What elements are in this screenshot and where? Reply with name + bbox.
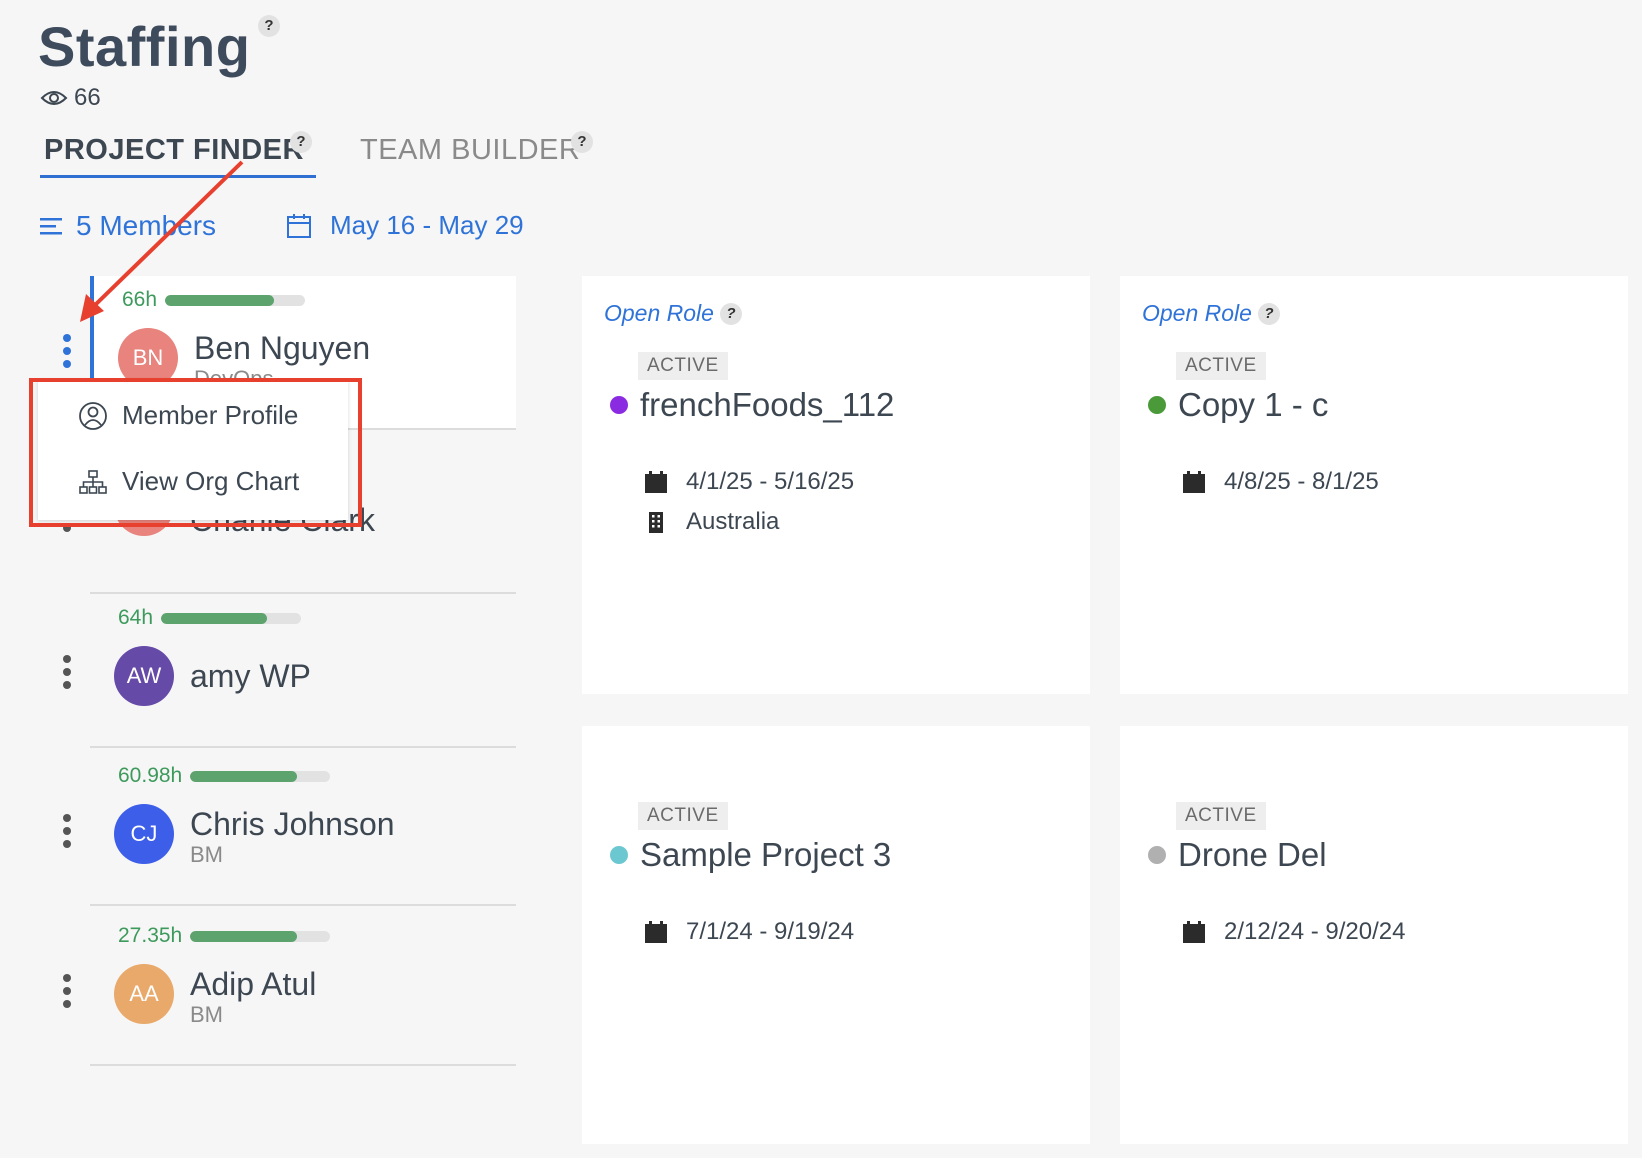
project-card[interactable]: Open Role? ACTIVE Copy 1 - c 4/8/25 - 8/… bbox=[1120, 276, 1628, 694]
status-badge: ACTIVE bbox=[1176, 802, 1266, 830]
project-title: Sample Project 3 bbox=[610, 836, 891, 874]
project-location: Australia bbox=[644, 508, 779, 536]
calendar-icon bbox=[1183, 921, 1205, 943]
open-role-label: Open Role? bbox=[604, 300, 742, 327]
project-card[interactable]: Open Role? ACTIVE frenchFoods_112 4/1/25… bbox=[582, 276, 1090, 694]
status-badge: ACTIVE bbox=[638, 352, 728, 380]
color-dot-icon bbox=[610, 396, 628, 414]
help-icon[interactable]: ? bbox=[1257, 302, 1280, 325]
help-icon[interactable]: ? bbox=[719, 302, 742, 325]
project-dates: 4/1/25 - 5/16/25 bbox=[644, 468, 854, 496]
open-role-label: Open Role? bbox=[1142, 300, 1280, 327]
color-dot-icon bbox=[1148, 846, 1166, 864]
color-dot-icon bbox=[610, 846, 628, 864]
project-dates: 7/1/24 - 9/19/24 bbox=[644, 918, 854, 946]
project-dates: 2/12/24 - 9/20/24 bbox=[1182, 918, 1405, 946]
project-dates: 4/8/25 - 8/1/25 bbox=[1182, 468, 1379, 496]
project-card[interactable]: ACTIVE Sample Project 3 7/1/24 - 9/19/24 bbox=[582, 726, 1090, 1144]
status-badge: ACTIVE bbox=[638, 802, 728, 830]
color-dot-icon bbox=[1148, 396, 1166, 414]
status-badge: ACTIVE bbox=[1176, 352, 1266, 380]
calendar-icon bbox=[645, 471, 667, 493]
building-icon bbox=[649, 512, 663, 533]
calendar-icon bbox=[1183, 471, 1205, 493]
calendar-icon bbox=[645, 921, 667, 943]
project-title: Drone Del bbox=[1148, 836, 1327, 874]
project-title: Copy 1 - c bbox=[1148, 386, 1328, 424]
project-card[interactable]: ACTIVE Drone Del 2/12/24 - 9/20/24 bbox=[1120, 726, 1628, 1144]
project-title: frenchFoods_112 bbox=[610, 386, 894, 424]
